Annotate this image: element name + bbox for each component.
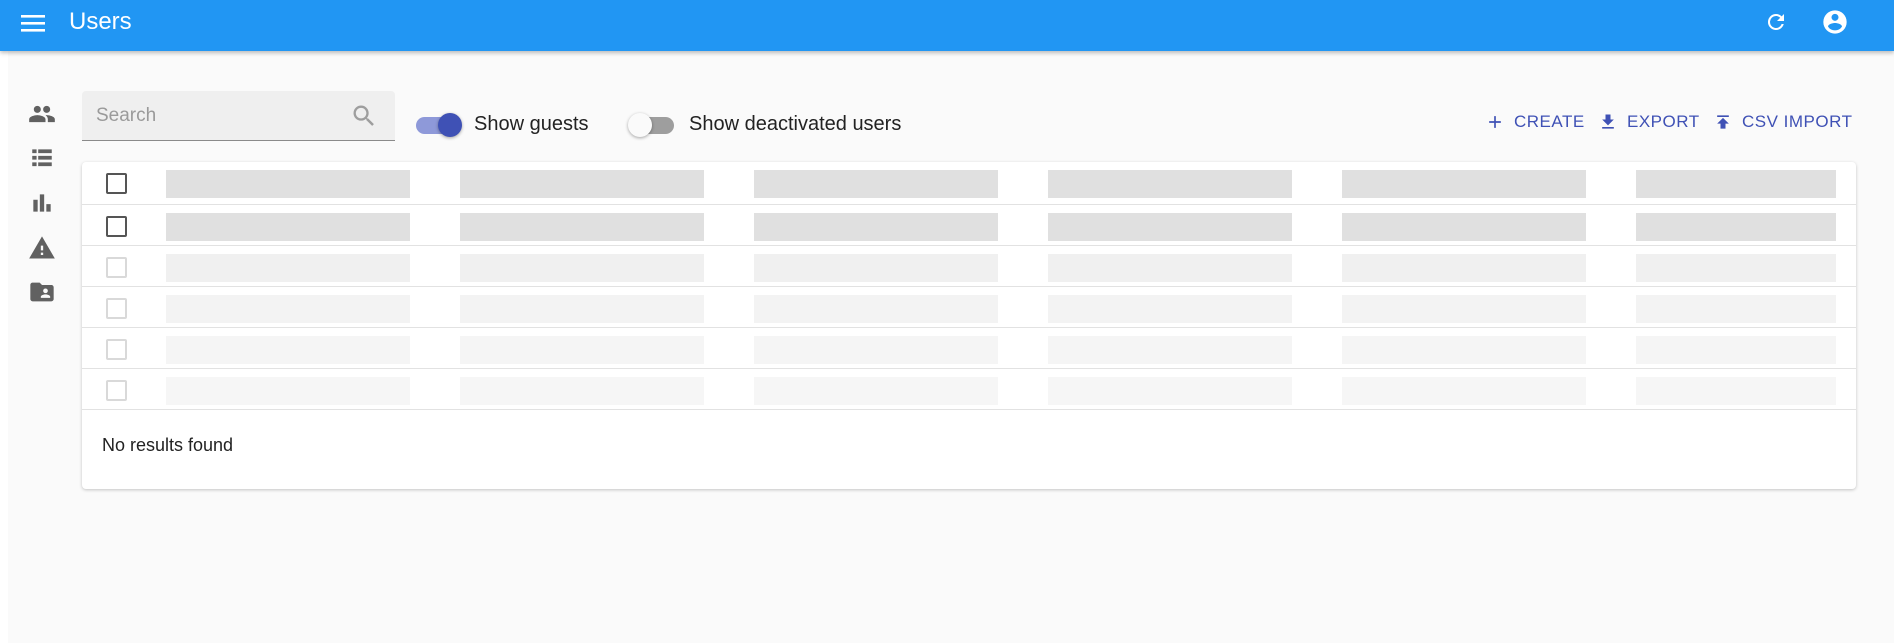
- bar-chart-icon: [33, 194, 51, 212]
- loading-placeholder: [754, 295, 998, 323]
- sidebar-item-lists[interactable]: [26, 142, 58, 174]
- loading-placeholder: [754, 254, 998, 282]
- loading-placeholder: [1636, 170, 1836, 198]
- loading-placeholder: [460, 213, 704, 241]
- menu-icon: [21, 15, 45, 32]
- sidebar-item-users[interactable]: [26, 98, 58, 130]
- search-input[interactable]: [96, 104, 336, 128]
- loading-placeholder: [166, 336, 410, 364]
- loading-placeholder: [754, 170, 998, 198]
- loading-placeholder: [1048, 254, 1292, 282]
- loading-placeholder: [1048, 170, 1292, 198]
- loading-placeholder: [1342, 254, 1586, 282]
- toggle-thumb[interactable]: [628, 113, 652, 137]
- folder-shared-icon: [30, 282, 54, 302]
- users-table: No results found: [82, 162, 1856, 489]
- table-row: [82, 246, 1856, 287]
- loading-placeholder: [1636, 213, 1836, 241]
- loading-placeholder: [460, 377, 704, 405]
- export-label: EXPORT: [1627, 112, 1700, 131]
- sidebar-item-media[interactable]: [26, 276, 58, 308]
- show-guests-toggle[interactable]: Show guests: [414, 110, 614, 138]
- show-guests-label: Show guests: [474, 113, 589, 135]
- show-deactivated-toggle[interactable]: Show deactivated users: [628, 110, 928, 138]
- loading-placeholder: [166, 377, 410, 405]
- loading-placeholder: [1636, 295, 1836, 323]
- page-title: Users: [69, 8, 132, 35]
- row-checkbox[interactable]: [106, 298, 127, 319]
- loading-placeholder: [460, 254, 704, 282]
- search-field[interactable]: [82, 91, 395, 141]
- app-bar: Users: [0, 0, 1894, 51]
- table-header-row: [82, 162, 1856, 205]
- row-checkbox[interactable]: [106, 339, 127, 360]
- loading-placeholder: [1342, 336, 1586, 364]
- loading-placeholder: [460, 336, 704, 364]
- search-icon[interactable]: [350, 102, 378, 130]
- sidebar-item-reports[interactable]: [26, 232, 58, 264]
- table-row: [82, 369, 1856, 410]
- table-row: [82, 287, 1856, 328]
- menu-button[interactable]: [20, 10, 46, 36]
- loading-placeholder: [166, 254, 410, 282]
- loading-placeholder: [460, 295, 704, 323]
- loading-placeholder: [1636, 377, 1836, 405]
- export-button[interactable]: EXPORT: [1597, 108, 1700, 136]
- loading-placeholder: [166, 170, 410, 198]
- table-row: [82, 328, 1856, 369]
- loading-placeholder: [460, 170, 704, 198]
- csv-import-button[interactable]: CSV IMPORT: [1712, 108, 1852, 136]
- empty-message: No results found: [102, 435, 234, 455]
- people-icon: [29, 105, 55, 123]
- loading-placeholder: [166, 213, 410, 241]
- loading-placeholder: [1342, 170, 1586, 198]
- list-icon: [32, 149, 52, 167]
- loading-placeholder: [1342, 295, 1586, 323]
- loading-placeholder: [1342, 377, 1586, 405]
- select-all-checkbox[interactable]: [106, 173, 127, 194]
- loading-placeholder: [1636, 254, 1836, 282]
- create-label: CREATE: [1514, 112, 1585, 131]
- sidebar-item-statistics[interactable]: [26, 187, 58, 219]
- loading-placeholder: [1048, 213, 1292, 241]
- loading-placeholder: [1048, 336, 1292, 364]
- upload-icon: [1717, 115, 1729, 129]
- loading-placeholder: [754, 336, 998, 364]
- loading-placeholder: [166, 295, 410, 323]
- loading-placeholder: [1048, 377, 1292, 405]
- add-icon: [1489, 116, 1501, 128]
- account-button[interactable]: [1820, 7, 1850, 37]
- row-checkbox[interactable]: [106, 380, 127, 401]
- warning-icon: [29, 236, 55, 259]
- loading-placeholder: [754, 377, 998, 405]
- show-deactivated-label: Show deactivated users: [689, 113, 902, 135]
- loading-placeholder: [1048, 295, 1292, 323]
- toggle-thumb[interactable]: [438, 113, 462, 137]
- account-circle-icon: [1823, 10, 1847, 34]
- row-checkbox[interactable]: [106, 257, 127, 278]
- table-row: [82, 205, 1856, 246]
- refresh-button[interactable]: [1762, 8, 1790, 36]
- loading-placeholder: [754, 213, 998, 241]
- row-checkbox[interactable]: [106, 216, 127, 237]
- loading-placeholder: [1636, 336, 1836, 364]
- csv-import-label: CSV IMPORT: [1742, 112, 1853, 131]
- download-icon: [1602, 114, 1614, 129]
- create-button[interactable]: CREATE: [1484, 108, 1585, 136]
- loading-placeholder: [1342, 213, 1586, 241]
- refresh-icon: [1767, 13, 1784, 30]
